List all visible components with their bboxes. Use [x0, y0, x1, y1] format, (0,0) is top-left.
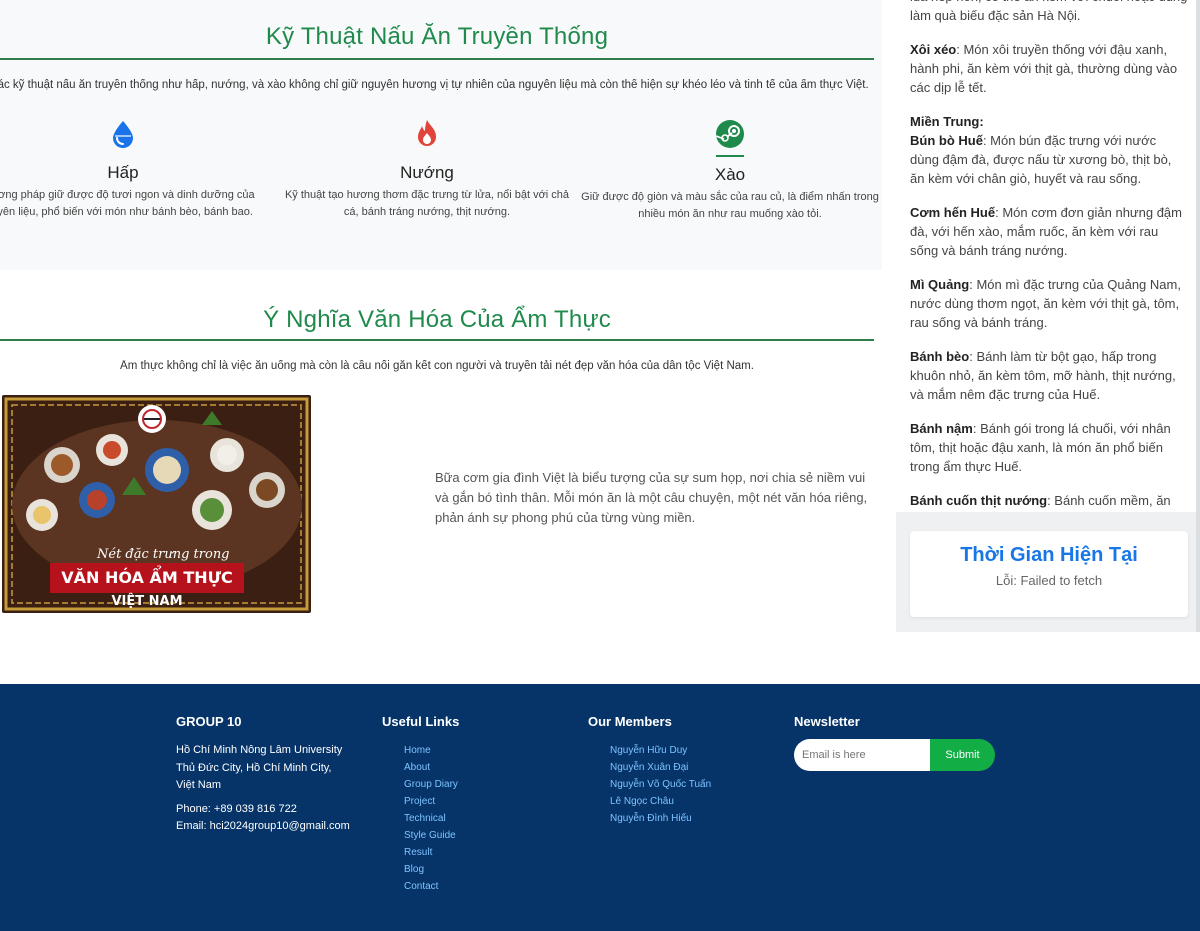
fire-icon	[412, 119, 442, 149]
technique-name: Xào	[714, 165, 746, 184]
food-item: Bún bò Huế: Món bún đặc trưng với nước d…	[910, 131, 1188, 188]
member-link[interactable]: Lê Ngọc Châu	[610, 793, 788, 810]
newsletter-submit-button[interactable]: Submit	[930, 739, 995, 771]
newsletter-heading: Newsletter	[794, 714, 860, 729]
member-link[interactable]: Nguyễn Đình Hiếu	[610, 810, 788, 827]
footer-link-group-diary[interactable]: Group Diary	[404, 776, 572, 793]
current-time-title: Thời Gian Hiện Tại	[960, 544, 1138, 566]
footer-email: Email: hci2024group10@gmail.com	[176, 820, 350, 832]
food-item: Xôi xéo: Món xôi truyền thống với đậu xa…	[910, 40, 1188, 97]
techniques-description: Các kỹ thuật nấu ăn truyền thống như hấp…	[0, 79, 869, 91]
footer-address-line: Thủ Đức City, Hồ Chí Minh City,	[176, 761, 332, 774]
member-link[interactable]: Nguyễn Võ Quốc Tuấn	[610, 776, 788, 793]
footer-link-blog[interactable]: Blog	[404, 861, 572, 878]
food-item: Bánh bèo: Bánh làm từ bột gạo, hấp trong…	[910, 347, 1188, 404]
food-item-tail: lúa nếp non, có thể ăn kèm với chuối hoặ…	[910, 0, 1187, 23]
food-name: Mì Quảng	[910, 277, 970, 292]
technique-card-hap: Hấp Phương pháp giữ được độ tươi ngon và…	[0, 119, 273, 221]
footer-link-contact[interactable]: Contact	[404, 878, 572, 895]
food-list-panel[interactable]: lúa nếp non, có thể ăn kèm với chuối hoặ…	[896, 0, 1200, 512]
culture-divider	[0, 339, 874, 341]
food-name: Cơm hến Huế	[910, 205, 996, 220]
current-time-card: Thời Gian Hiện Tại Lỗi: Failed to fetch	[910, 531, 1188, 617]
technique-name: Nướng	[400, 163, 454, 182]
culture-paragraph: Bữa cơm gia đình Việt là biểu tượng của …	[435, 470, 868, 525]
footer-link-home[interactable]: Home	[404, 742, 572, 759]
footer-newsletter-column: Newsletter	[794, 714, 1004, 742]
member-link[interactable]: Nguyễn Xuân Đại	[610, 759, 788, 776]
culture-section: Ý Nghĩa Văn Hóa Của Ẩm Thực Ẩm thực khôn…	[0, 270, 882, 684]
icon-underline	[716, 155, 744, 157]
technique-description: Phương pháp giữ được độ tươi ngon và din…	[0, 189, 255, 218]
food-name: Bánh cuốn thịt nướng	[910, 493, 1048, 508]
food-item: Bánh nậm: Bánh gói trong lá chuối, với n…	[910, 419, 1188, 476]
food-item: Cơm hến Huế: Món cơm đơn giản nhưng đậm …	[910, 203, 1188, 260]
image-caption-main: VĂN HÓA ẨM THỰC	[61, 565, 233, 587]
current-time-status: Lỗi: Failed to fetch	[995, 573, 1103, 588]
footer-link-project[interactable]: Project	[404, 793, 572, 810]
footer-address-line: Việt Nam	[176, 779, 222, 791]
steam-icon	[715, 119, 745, 149]
member-link[interactable]: Nguyễn Hữu Duy	[610, 742, 788, 759]
food-name: Bún bò Huế	[910, 133, 983, 148]
region-heading-central: Miền Trung:	[910, 114, 984, 129]
techniques-section: Kỹ Thuật Nấu Ăn Truyền Thống Các kỹ thuậ…	[0, 0, 882, 270]
water-drop-icon	[108, 119, 138, 149]
food-item: Bánh cuốn thịt nướng: Bánh cuốn mềm, ăn …	[910, 491, 1188, 512]
image-caption-bottom: VIỆT NAM	[111, 593, 182, 609]
footer-links-column: Useful Links Home About Group Diary Proj…	[382, 714, 572, 895]
footer-members-heading: Our Members	[588, 714, 672, 729]
technique-name: Hấp	[107, 163, 139, 182]
footer-phone: Phone: +89 039 816 722	[176, 802, 297, 815]
food-name: Bánh nậm	[910, 421, 973, 436]
technique-card-xao: Xào Giữ được độ giòn và màu sắc của rau …	[580, 119, 880, 223]
technique-card-nuong: Nướng Kỹ thuật tạo hương thơm đặc trưng …	[277, 119, 577, 221]
technique-description: Kỹ thuật tạo hương thơm đặc trưng từ lửa…	[284, 189, 570, 218]
food-list-content: lúa nếp non, có thể ăn kèm với chuối hoặ…	[910, 0, 1188, 512]
sidebar: lúa nếp non, có thể ăn kèm với chuối hoặ…	[896, 0, 1200, 632]
newsletter-email-input[interactable]	[794, 739, 937, 771]
image-caption-top: Nét đặc trưng trong	[96, 547, 230, 562]
footer-members-list: Nguyễn Hữu Duy Nguyễn Xuân Đại Nguyễn Võ…	[588, 742, 788, 827]
footer-link-style-guide[interactable]: Style Guide	[404, 827, 572, 844]
techniques-divider	[0, 58, 874, 60]
footer-links-heading: Useful Links	[382, 714, 460, 729]
footer-link-about[interactable]: About	[404, 759, 572, 776]
newsletter-form: Submit	[794, 739, 1001, 771]
culture-title: Ý Nghĩa Văn Hóa Của Ẩm Thực	[263, 306, 611, 333]
food-name: Bánh bèo	[910, 349, 970, 364]
footer-links-list: Home About Group Diary Project Technical…	[382, 742, 572, 895]
footer-members-column: Our Members Nguyễn Hữu Duy Nguyễn Xuân Đ…	[588, 714, 788, 827]
food-name: Xôi xéo	[910, 42, 957, 57]
page: Kỹ Thuật Nấu Ăn Truyền Thống Các kỹ thuậ…	[0, 0, 1200, 931]
food-item: Mì Quảng: Món mì đặc trưng của Quảng Nam…	[910, 275, 1188, 332]
footer: GROUP 10 Hồ Chí Minh Nông Lâm University…	[0, 684, 1200, 931]
footer-link-technical[interactable]: Technical	[404, 810, 572, 827]
footer-address-line: Hồ Chí Minh Nông Lâm University	[176, 744, 343, 756]
culture-description: Ẩm thực không chỉ là việc ăn uống mà còn…	[120, 360, 754, 372]
techniques-title: Kỹ Thuật Nấu Ăn Truyền Thống	[265, 23, 609, 50]
footer-group-heading: GROUP 10	[176, 714, 242, 729]
technique-description: Giữ được độ giòn và màu sắc của rau củ, …	[581, 191, 879, 220]
footer-group-column: GROUP 10 Hồ Chí Minh Nông Lâm University…	[176, 714, 376, 836]
culture-image: Nét đặc trưng trong VĂN HÓA ẨM THỰC VIỆT…	[2, 395, 311, 613]
footer-link-result[interactable]: Result	[404, 844, 572, 861]
page-scrollbar-track[interactable]	[1196, 0, 1200, 632]
